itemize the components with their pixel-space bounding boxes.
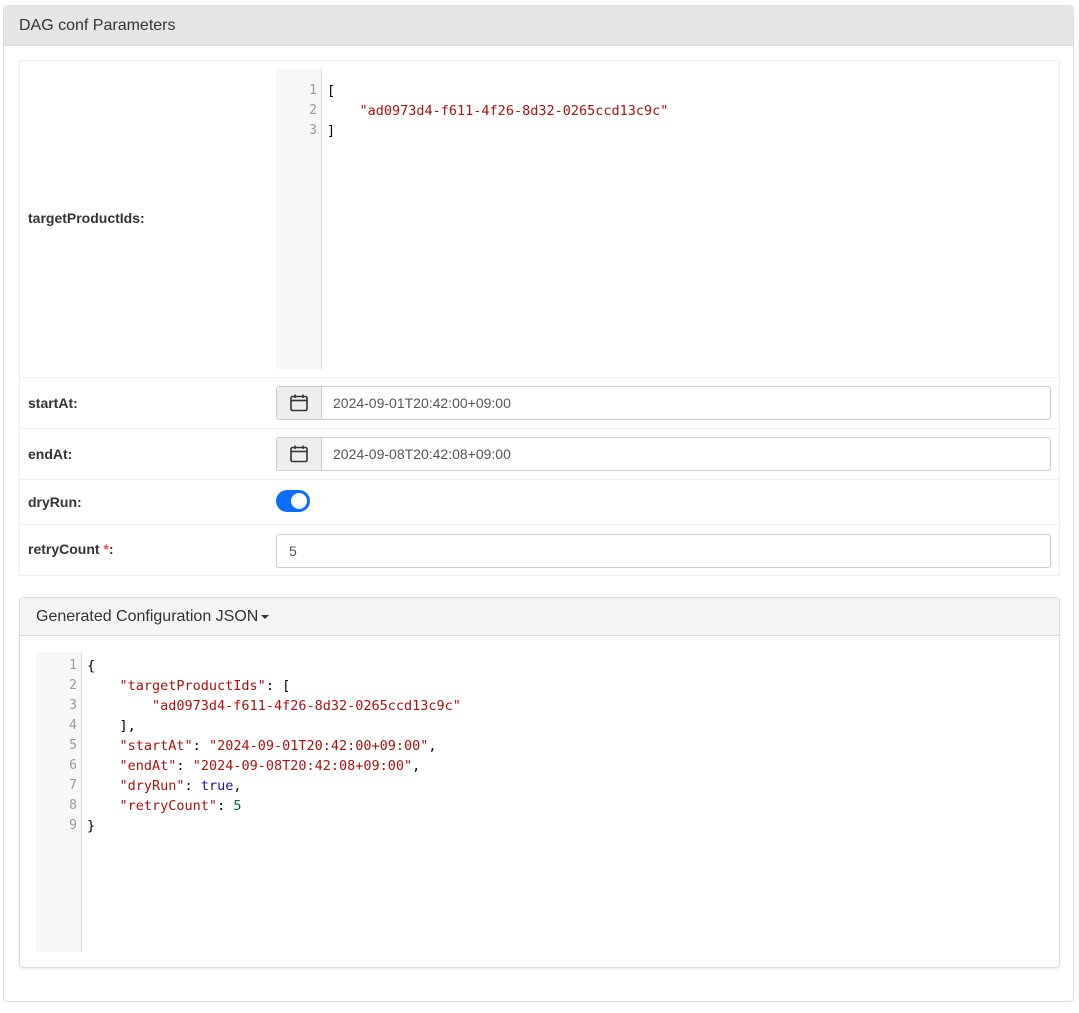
line-number: 3 (309, 123, 317, 138)
params-table: targetProductIds: 1 2 3 [ "ad0973d4-f611… (19, 60, 1060, 576)
param-row-retryCount: retryCount *: 5 (20, 525, 1059, 576)
line-number: 5 (69, 738, 77, 753)
calendar-icon (290, 394, 308, 412)
line-number: 2 (309, 103, 317, 118)
line-number: 7 (69, 778, 77, 793)
code-line: "ad0973d4-f611-4f26-8d32-0265ccd13c9c" (327, 101, 669, 121)
line-number: 6 (69, 758, 77, 773)
code-line: "dryRun": true, (119, 778, 242, 794)
param-label: dryRun: (28, 494, 82, 510)
line-number-gutter: 1 2 3 (276, 69, 322, 369)
panel-title: DAG conf Parameters (4, 6, 1073, 46)
param-label: startAt: (28, 395, 78, 411)
endAt-value: 2024-09-08T20:42:08+09:00 (333, 446, 511, 462)
dryRun-toggle[interactable] (276, 490, 310, 512)
code-line: } (87, 818, 96, 834)
code-line: "endAt": "2024-09-08T20:42:08+09:00", (119, 758, 421, 774)
generated-json-toggle[interactable]: Generated Configuration JSON (20, 598, 1059, 636)
code-line: "startAt": "2024-09-01T20:42:00+09:00", (119, 738, 437, 754)
code-line: [ (327, 83, 336, 99)
line-number: 1 (69, 658, 77, 673)
generated-json-editor[interactable]: 1 2 3 4 5 6 7 8 9 { "targetProductIds": … (36, 652, 1044, 952)
line-number: 1 (309, 83, 317, 98)
endAt-datetime-input[interactable]: 2024-09-08T20:42:08+09:00 (276, 437, 1051, 471)
code-line: { (87, 658, 96, 674)
code-line: ], (119, 718, 136, 734)
param-label: retryCount *: (28, 541, 114, 557)
retryCount-input[interactable]: 5 (276, 534, 1051, 568)
targetProductIds-code-editor[interactable]: 1 2 3 [ "ad0973d4-f611-4f26-8d32-0265ccd… (276, 69, 1058, 369)
product-id-string: "ad0973d4-f611-4f26-8d32-0265ccd13c9c" (359, 103, 669, 119)
param-row-startAt: startAt: 2024-09-01T20:42:00+09:00 (20, 378, 1059, 429)
code-line: "ad0973d4-f611-4f26-8d32-0265ccd13c9c" (152, 698, 461, 714)
line-number: 8 (69, 798, 77, 813)
startAt-datetime-input[interactable]: 2024-09-01T20:42:00+09:00 (276, 386, 1051, 420)
param-label: targetProductIds: (28, 210, 145, 226)
line-number: 9 (69, 818, 77, 833)
startAt-value: 2024-09-01T20:42:00+09:00 (333, 395, 511, 411)
line-number: 3 (69, 698, 77, 713)
calendar-button[interactable] (277, 438, 322, 470)
line-number: 2 (69, 678, 77, 693)
generated-json-panel: Generated Configuration JSON 1 2 3 4 5 6… (19, 597, 1060, 968)
calendar-button[interactable] (277, 387, 322, 419)
param-row-targetProductIds: targetProductIds: 1 2 3 [ "ad0973d4-f611… (20, 61, 1059, 378)
toggle-knob (291, 493, 307, 509)
calendar-icon (290, 445, 308, 463)
param-row-endAt: endAt: 2024-09-08T20:42:08+09:00 (20, 429, 1059, 480)
code-line: "retryCount": 5 (119, 798, 242, 814)
code-line: "targetProductIds": [ (119, 678, 291, 694)
param-row-dryRun: dryRun: (20, 480, 1059, 525)
line-number-gutter: 1 2 3 4 5 6 7 8 9 (36, 652, 82, 952)
param-label: endAt: (28, 446, 73, 462)
caret-down-icon (261, 614, 270, 619)
code-line: ] (327, 123, 336, 139)
line-number: 4 (69, 718, 77, 733)
dag-conf-panel: DAG conf Parameters targetProductIds: 1 … (3, 5, 1074, 1002)
